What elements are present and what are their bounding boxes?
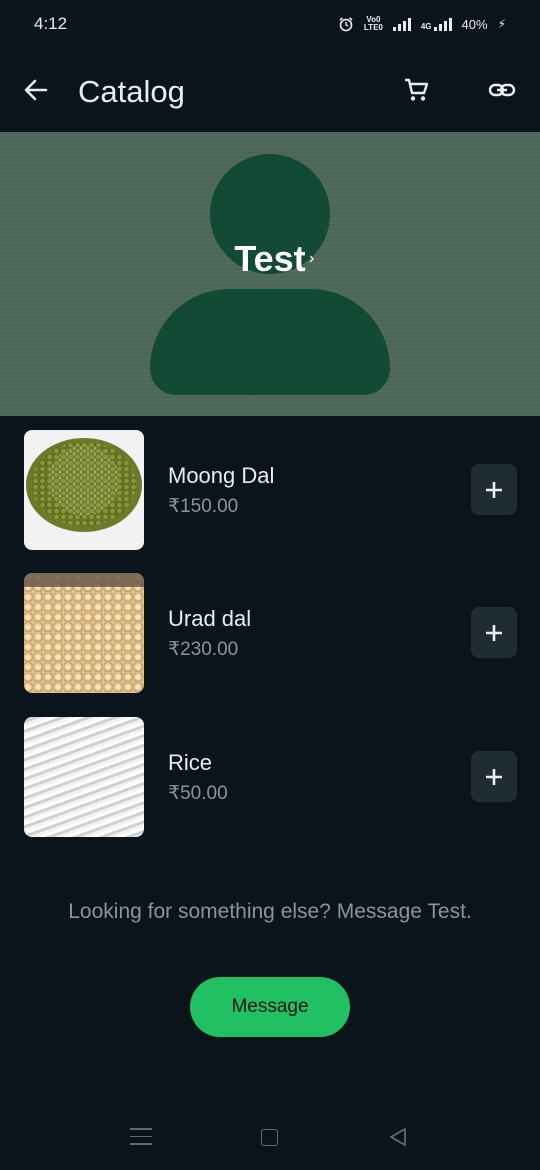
avatar-placeholder-body (150, 289, 390, 395)
message-button[interactable]: Message (190, 977, 350, 1037)
cart-button[interactable] (398, 72, 434, 108)
link-icon (488, 83, 516, 97)
add-to-cart-button[interactable] (471, 464, 517, 515)
system-back-button[interactable] (388, 1126, 408, 1153)
home-button[interactable] (261, 1129, 278, 1146)
product-image-rice (24, 717, 144, 837)
network-type: 4G (420, 22, 432, 31)
charging-icon: ⚡ (497, 17, 506, 31)
product-image-urad-dal (24, 573, 144, 693)
app-bar: Catalog (0, 48, 540, 132)
share-link-button[interactable] (484, 72, 520, 108)
product-name: Rice (168, 750, 213, 775)
plus-icon (486, 481, 502, 498)
system-nav-bar (0, 1110, 540, 1170)
product-name: Urad dal (168, 606, 252, 631)
signal-icon-2 (433, 17, 452, 31)
business-banner[interactable]: Test › (0, 132, 540, 416)
network-indicator: 4G (421, 17, 452, 31)
back-arrow-icon (24, 79, 48, 101)
product-item-rice[interactable]: Rice ₹50.00 (0, 717, 540, 837)
plus-icon (486, 768, 502, 785)
grains-texture (32, 442, 136, 526)
volte-badge: Vo0 LTE0 (364, 16, 383, 32)
add-to-cart-button[interactable] (471, 751, 517, 802)
product-price: ₹150.00 (168, 496, 239, 517)
plus-icon (486, 624, 502, 641)
product-name: Moong Dal (168, 463, 275, 488)
alarm-icon (339, 17, 353, 32)
page-title: Catalog (78, 74, 185, 109)
status-icons: Vo0 LTE0 4G 40% ⚡ (338, 16, 506, 32)
cart-icon (405, 78, 429, 101)
image-shadow-band (24, 573, 144, 587)
product-price: ₹50.00 (168, 783, 228, 804)
looking-for-text: Looking for something else? Message Test… (68, 900, 472, 923)
volte-badge-bottom: LTE0 (363, 23, 383, 32)
product-price: ₹230.00 (168, 639, 239, 660)
product-item-moong-dal[interactable]: Moong Dal ₹150.00 (0, 430, 540, 550)
business-name[interactable]: Test (0, 238, 540, 280)
back-triangle-icon (390, 1128, 406, 1146)
recent-apps-button[interactable] (130, 1128, 152, 1146)
back-button[interactable] (18, 72, 54, 108)
status-bar: 4:12 Vo0 LTE0 4G 40% ⚡ (0, 0, 540, 48)
chevron-right-icon: › (309, 250, 315, 267)
product-image-moong-dal (24, 430, 144, 550)
product-item-urad-dal[interactable]: Urad dal ₹230.00 (0, 573, 540, 693)
add-to-cart-button[interactable] (471, 607, 517, 658)
status-time: 4:12 (34, 14, 68, 33)
battery-percent: 40% (461, 16, 488, 32)
signal-icon (392, 17, 411, 31)
